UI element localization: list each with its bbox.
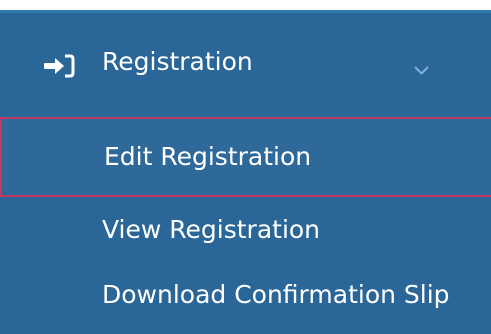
registration-menu-label: Registration — [102, 47, 253, 76]
sign-in-icon — [42, 54, 76, 78]
chevron-down-icon[interactable] — [414, 61, 429, 75]
edit-registration-label: Edit Registration — [104, 142, 312, 171]
view-registration-label: View Registration — [102, 215, 321, 244]
screenshot-canvas: Registration Edit Registration View Regi… — [0, 0, 491, 334]
download-confirmation-slip-link[interactable]: Download Confirmation Slip — [0, 271, 491, 321]
registration-submenu: Edit Registration View Registration Down… — [0, 111, 491, 334]
view-registration-link[interactable]: View Registration — [0, 207, 491, 257]
navigation-panel: Registration Edit Registration View Regi… — [0, 10, 491, 334]
edit-registration-link[interactable]: Edit Registration — [0, 117, 491, 197]
registration-menu-toggle[interactable]: Registration — [0, 13, 491, 112]
download-confirmation-slip-label: Download Confirmation Slip — [102, 280, 450, 309]
